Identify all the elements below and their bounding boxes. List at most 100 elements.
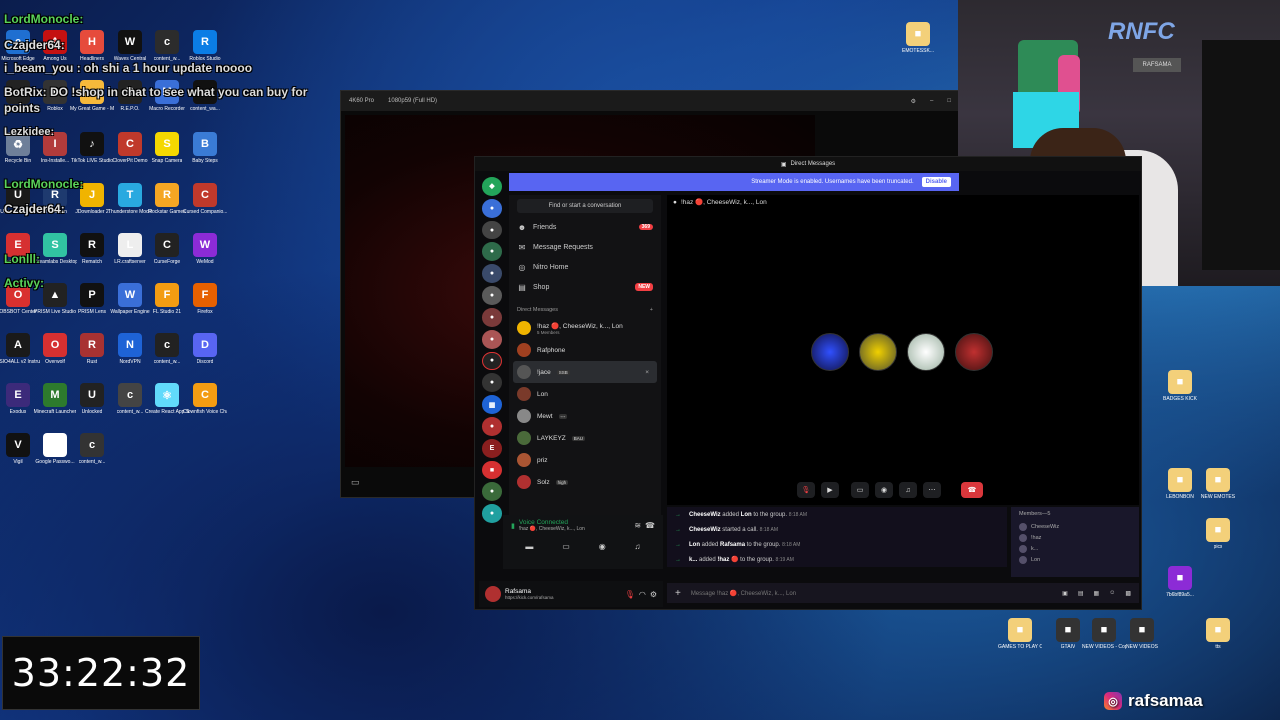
call-participant-avatar[interactable] xyxy=(955,333,993,371)
desktop-shortcut[interactable]: R Roblox Studio xyxy=(183,30,227,62)
avatar xyxy=(1019,544,1027,553)
soundboard-button[interactable]: ♫ xyxy=(899,482,917,498)
app-icon: D xyxy=(193,333,217,357)
dm-item[interactable]: Rafphone xyxy=(509,339,661,361)
desktop-shortcut[interactable]: ■ pics xyxy=(1196,518,1240,550)
add-attachment-icon[interactable]: + xyxy=(675,588,681,599)
call-participant-avatar[interactable] xyxy=(859,333,897,371)
desktop-shortcut[interactable]: ■ 7b6bf89a5... xyxy=(1158,566,1202,598)
soundboard-icon[interactable]: ♫ xyxy=(635,542,641,551)
discord-home-icon[interactable]: ◆ xyxy=(482,177,502,196)
more-button[interactable]: ⋯ xyxy=(923,482,941,498)
activity-icon[interactable]: ◉ xyxy=(599,542,606,551)
dm-item[interactable]: priz xyxy=(509,449,661,471)
message-input[interactable]: + Message !haz 🔴, CheeseWiz, k..., Lon ▣… xyxy=(667,583,1139,603)
mute-button[interactable]: 🎙 xyxy=(797,482,815,498)
desktop-shortcut[interactable]: F Firefox xyxy=(183,283,227,315)
gear-icon[interactable]: ⚙ xyxy=(650,590,657,599)
disconnect-icon[interactable]: ☎ xyxy=(645,521,655,530)
maximize-icon[interactable]: □ xyxy=(947,98,951,104)
desktop-shortcut[interactable]: ■ EMOTESSK... xyxy=(896,22,940,54)
social-handle: ◎ rafsamaa xyxy=(1104,690,1203,712)
apps-icon[interactable]: ▩ xyxy=(1125,590,1131,597)
desktop-shortcut[interactable]: c content_w... xyxy=(70,433,114,465)
server-icon[interactable]: ● xyxy=(482,307,502,327)
add-dm-icon[interactable]: + xyxy=(650,307,653,313)
close-icon[interactable]: × xyxy=(645,369,649,376)
server-icon[interactable]: ● xyxy=(482,482,502,502)
activity-button[interactable]: ◉ xyxy=(875,482,893,498)
dm-item[interactable]: Mewt ◦◦◦ xyxy=(509,405,661,427)
server-icon[interactable]: ● xyxy=(482,351,502,371)
capture-device[interactable]: 4K60 Pro xyxy=(349,98,374,104)
server-icon[interactable]: ● xyxy=(482,220,502,240)
server-icon[interactable]: ● xyxy=(482,417,502,436)
mute-icon[interactable]: 🎙 xyxy=(625,590,635,599)
emoji-icon[interactable]: ☺ xyxy=(1109,590,1115,596)
desktop-shortcut[interactable]: ■ NEW VIDEOS xyxy=(1120,618,1164,650)
server-icon[interactable]: E xyxy=(482,438,502,458)
app-icon: T xyxy=(118,183,142,207)
dm-item[interactable]: !haz 🔴, CheeseWiz, k..., Lon 5 Members xyxy=(509,317,661,339)
member-item[interactable]: Lon xyxy=(1019,554,1131,565)
screen-share-icon[interactable]: ▭ xyxy=(562,542,570,551)
gif-icon[interactable]: ▤ xyxy=(1078,590,1084,597)
server-icon[interactable]: ● xyxy=(482,329,502,349)
noise-suppression-icon[interactable]: ≋ xyxy=(634,521,641,530)
avatar[interactable] xyxy=(485,586,501,602)
nav-shop[interactable]: ▤ Shop NEW xyxy=(509,277,661,297)
server-icon[interactable]: ■ xyxy=(482,460,502,480)
dm-tag: high xyxy=(555,479,569,485)
desktop-shortcut[interactable]: D Discord xyxy=(183,333,227,365)
sticker-icon[interactable]: ▦ xyxy=(1094,590,1100,597)
dm-item[interactable]: Lon xyxy=(509,383,661,405)
dm-item[interactable]: LAYKEYZ BAU xyxy=(509,427,661,449)
member-item[interactable]: CheeseWiz xyxy=(1019,521,1131,532)
shortcut-label: Wallpaper Engine xyxy=(110,309,150,315)
chat-message: i_beam_you : oh shi a 1 hour update nooo… xyxy=(4,61,253,75)
desktop-shortcut[interactable]: ■ BADGES KICK xyxy=(1158,370,1202,402)
dm-search-input[interactable]: Find or start a conversation xyxy=(517,199,653,213)
settings-icon[interactable]: ⚙ xyxy=(911,98,916,105)
nav-message-requests[interactable]: ✉ Message Requests xyxy=(509,237,661,257)
desktop-shortcut[interactable]: C Clownfish Voice Changer xyxy=(183,383,227,415)
dm-item[interactable]: Solz high xyxy=(509,471,661,493)
minimize-icon[interactable]: – xyxy=(930,98,933,104)
server-icon[interactable]: ● xyxy=(482,242,502,262)
member-item[interactable]: k... xyxy=(1019,543,1131,554)
server-icon[interactable]: ● xyxy=(482,286,502,305)
screen-share-button[interactable]: ▭ xyxy=(851,482,869,498)
call-view: ● !haz 🔴, CheeseWiz, k..., Lon 🎙 ▶ ▭ ◉ ♫… xyxy=(667,195,1139,505)
desktop-shortcut[interactable]: B Baby Steps xyxy=(183,132,227,164)
desktop-shortcut[interactable]: ■ NEW EMOTES xyxy=(1196,468,1240,500)
camera-button[interactable]: ▶ xyxy=(821,482,839,498)
capture-resolution[interactable]: 1080p59 (Full HD) xyxy=(388,98,437,104)
dm-header: Direct Messages + xyxy=(517,307,653,313)
desktop-shortcut[interactable]: C Cursed Companio... xyxy=(183,183,227,215)
server-icon[interactable]: ● xyxy=(482,264,502,284)
shortcut-label: tts xyxy=(1215,644,1221,650)
nav-friends[interactable]: ☻ Friends 369 xyxy=(509,217,661,237)
member-item[interactable]: !haz xyxy=(1019,532,1131,543)
desktop-shortcut[interactable]: W WeMod xyxy=(183,233,227,265)
server-icon[interactable]: ▦ xyxy=(482,395,502,415)
server-icon[interactable]: ● xyxy=(482,373,502,393)
leave-call-button[interactable]: ☎ xyxy=(961,482,983,498)
desktop-shortcut[interactable]: ■ tts xyxy=(1196,618,1240,650)
discord-titlebar: ▣ Direct Messages xyxy=(475,157,1141,171)
dm-item[interactable]: !jace SSB × xyxy=(513,361,657,383)
nav-nitro-home[interactable]: ◎ Nitro Home xyxy=(509,257,661,277)
call-participant-avatar[interactable] xyxy=(907,333,945,371)
server-icon[interactable]: ● xyxy=(482,198,502,218)
dm-name: Lon xyxy=(537,390,548,398)
disable-button[interactable]: Disable xyxy=(921,177,951,187)
server-icon[interactable]: ● xyxy=(482,504,502,524)
gift-icon[interactable]: ▣ xyxy=(1062,590,1068,597)
folder-icon[interactable]: ▭ xyxy=(351,477,360,488)
headphones-icon[interactable]: ◠ xyxy=(639,590,646,599)
call-participant-avatar[interactable] xyxy=(811,333,849,371)
app-icon: W xyxy=(118,30,142,54)
camera-icon[interactable]: ▬ xyxy=(525,542,533,551)
desktop-shortcut[interactable]: ■ GAMES TO PLAY ON... xyxy=(998,618,1042,650)
shortcut-label: Cursed Companio... xyxy=(183,209,227,215)
